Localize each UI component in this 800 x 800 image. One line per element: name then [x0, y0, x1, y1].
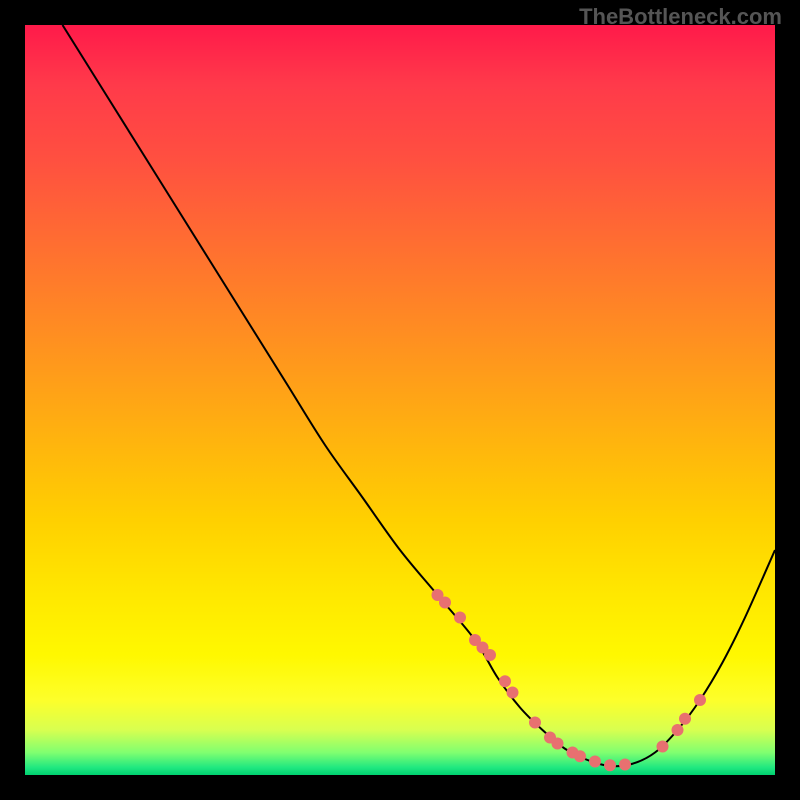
scatter-dot	[672, 724, 684, 736]
scatter-dot	[604, 759, 616, 771]
scatter-dot	[507, 687, 519, 699]
scatter-dot	[439, 597, 451, 609]
watermark-text: TheBottleneck.com	[579, 4, 782, 30]
scatter-dot	[499, 675, 511, 687]
scatter-dot	[619, 759, 631, 771]
scatter-dot	[552, 738, 564, 750]
scatter-dot	[484, 649, 496, 661]
scatter-dot	[454, 612, 466, 624]
scatter-dot	[657, 741, 669, 753]
scatter-dots-group	[432, 589, 707, 771]
plot-area	[25, 25, 775, 775]
scatter-dot	[694, 694, 706, 706]
scatter-dot	[574, 750, 586, 762]
scatter-dot	[679, 713, 691, 725]
chart-svg	[25, 25, 775, 775]
scatter-dot	[589, 756, 601, 768]
bottleneck-curve-path	[63, 25, 776, 766]
scatter-dot	[529, 717, 541, 729]
